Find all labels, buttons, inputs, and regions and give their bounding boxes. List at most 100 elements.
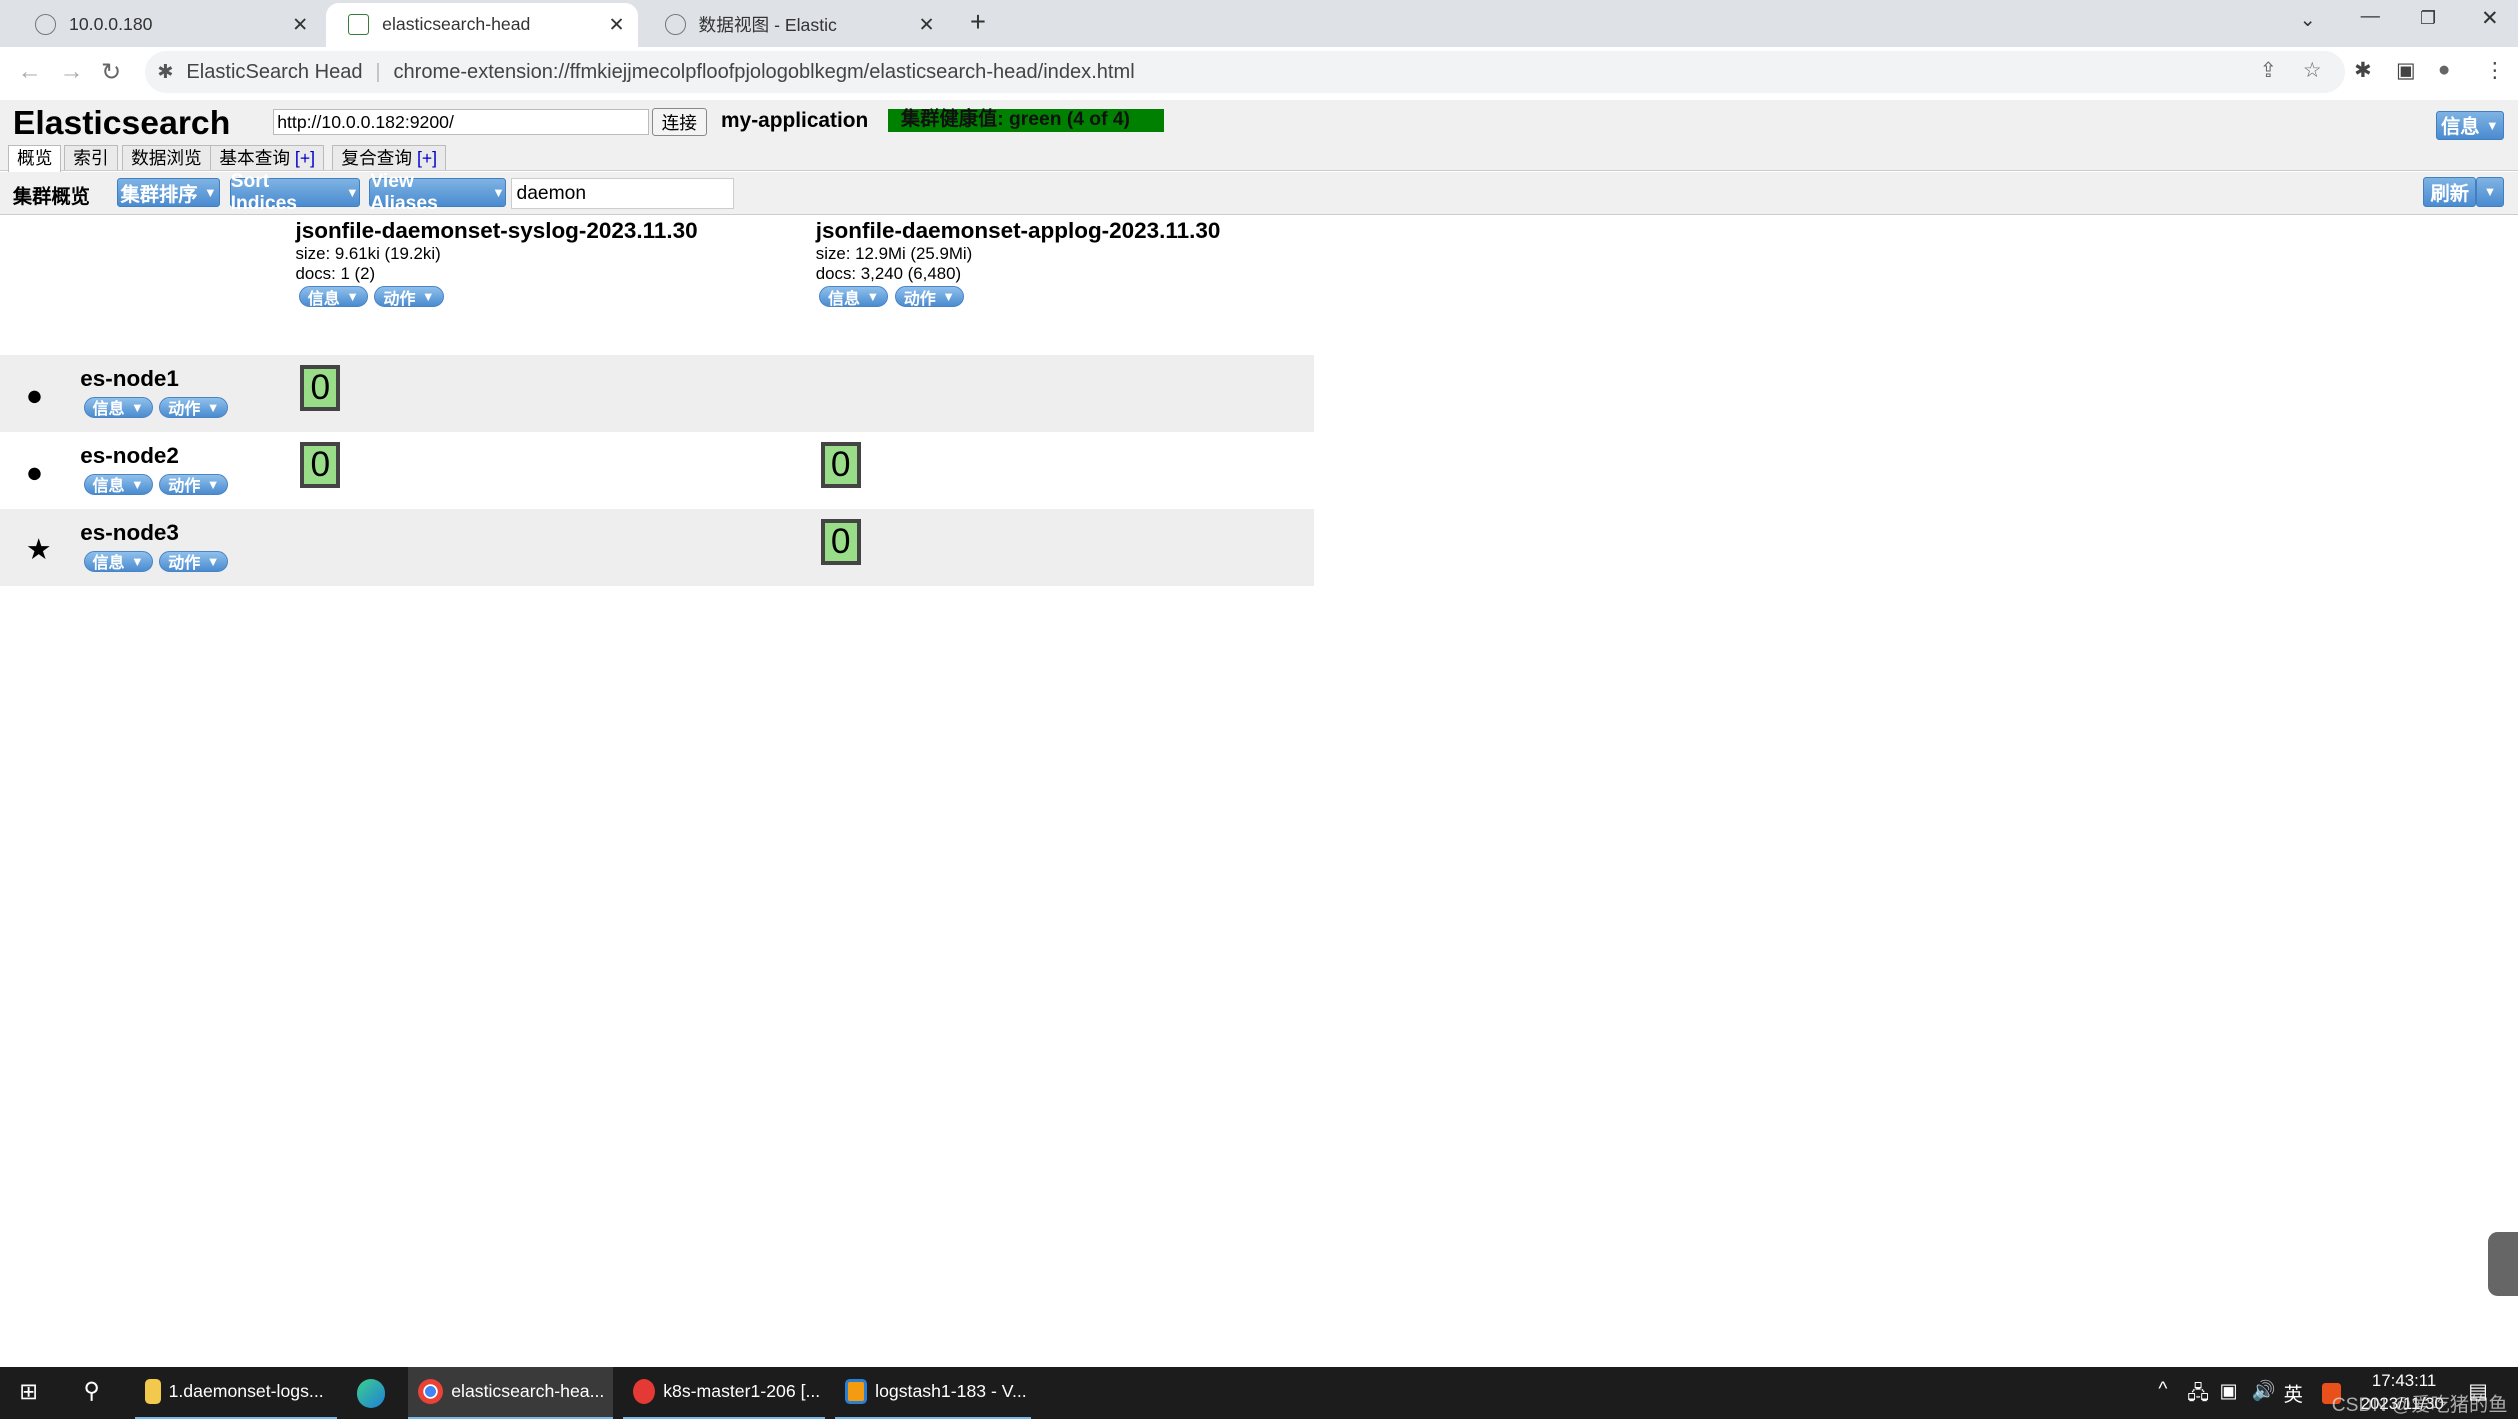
close-icon[interactable]: ✕ [609, 13, 625, 37]
bookmark-star-icon[interactable]: ☆ [2303, 58, 2322, 83]
tab-basic-query[interactable]: 基本查询 [+] [210, 144, 325, 171]
index-docs: docs: 1 (2) [295, 263, 376, 283]
forward-icon[interactable]: → [59, 58, 83, 86]
caret-down-icon: ▼ [492, 185, 505, 201]
node-row: ★ es-node3 信息 ▼ 动作 ▼ 0 [0, 509, 1314, 587]
menu-icon[interactable]: ⋮ [2484, 58, 2505, 83]
index-info-button[interactable]: 信息 ▼ [298, 286, 368, 308]
index-action-button[interactable]: 动作 ▼ [374, 286, 444, 308]
tab-overview[interactable]: 概览 [8, 144, 62, 172]
caret-down-icon: ▼ [206, 399, 220, 415]
chevron-up-icon[interactable]: ^ [2158, 1379, 2167, 1401]
share-icon[interactable]: ⇪ [2260, 58, 2277, 83]
caret-down-icon: ▼ [131, 476, 144, 492]
circle-icon: ● [25, 380, 44, 413]
add-query-tab-button[interactable]: [+] [417, 148, 437, 168]
browser-tab[interactable]: 10.0.0.180 ✕ [13, 3, 321, 46]
shard[interactable]: 0 [820, 518, 861, 566]
index-header: jsonfile-daemonset-syslog-2023.11.30 siz… [295, 218, 697, 309]
add-query-tab-button[interactable]: [+] [295, 148, 315, 168]
tab-browser[interactable]: 数据浏览 [122, 144, 211, 171]
node-info-button[interactable]: 信息 ▼ [83, 396, 153, 418]
separator: | [375, 60, 381, 83]
refresh-interval-dropdown[interactable]: ▼ [2476, 176, 2504, 208]
shard[interactable]: 0 [300, 441, 341, 489]
tab-complex-query[interactable]: 复合查询 [+] [332, 144, 447, 171]
node-info-button[interactable]: 信息 ▼ [83, 473, 153, 495]
caret-down-icon: ▼ [942, 289, 955, 305]
caret-down-icon: ▼ [346, 289, 359, 305]
network-icon[interactable]: 🖧 [2187, 1379, 2208, 1412]
extensions-icon[interactable]: ✱ [2354, 58, 2371, 83]
side-widget-handle[interactable] [2487, 1231, 2518, 1296]
index-header: jsonfile-daemonset-applog-2023.11.30 siz… [816, 218, 1221, 309]
info-menu-button[interactable]: 信息 ▼ [2436, 110, 2504, 140]
url-text: chrome-extension://ffmkiejjmecolpfloofpj… [393, 60, 1135, 83]
display-icon[interactable]: ▣ [2219, 1379, 2237, 1403]
refresh-button[interactable]: 刷新 [2423, 176, 2477, 208]
node-action-button[interactable]: 动作 ▼ [159, 473, 229, 495]
taskbar-item-active[interactable]: elasticsearch-hea... [407, 1366, 614, 1419]
tab-search-icon[interactable]: ⌄ [2300, 8, 2316, 32]
ime-indicator[interactable]: 英 [2284, 1379, 2303, 1407]
circle-icon: ● [25, 457, 44, 490]
new-tab-button[interactable]: + [970, 6, 986, 38]
restore-icon[interactable]: ❐ [2420, 8, 2436, 29]
back-icon[interactable]: ← [18, 58, 42, 86]
caret-down-icon: ▼ [2485, 117, 2499, 133]
minimize-icon[interactable]: — [2361, 6, 2380, 28]
profile-icon[interactable]: ● [2438, 58, 2451, 82]
app-title: Elasticsearch [12, 104, 231, 143]
caret-down-icon: ▼ [131, 399, 144, 415]
node-action-button[interactable]: 动作 ▼ [159, 396, 229, 418]
browser-tab-active[interactable]: elasticsearch-head ✕ [325, 3, 638, 47]
shard[interactable]: 0 [820, 441, 861, 489]
overview-toolbar: 集群概览 集群排序▼ Sort Indices▼ View Aliases▼ 刷… [0, 171, 2518, 215]
caret-down-icon: ▼ [346, 185, 359, 201]
folder-icon [144, 1378, 161, 1405]
cluster-name: my-application [721, 109, 869, 133]
taskbar-item[interactable]: logstash1-183 - V... [835, 1367, 1031, 1419]
close-icon[interactable]: ✕ [292, 13, 308, 37]
cluster-sort-button[interactable]: 集群排序 ▼ [117, 178, 220, 208]
notification-icon[interactable]: ▤ [2468, 1379, 2488, 1404]
node-info-button[interactable]: 信息 ▼ [83, 550, 153, 572]
node-name: es-node1 [80, 366, 179, 392]
server-url-input[interactable] [273, 109, 649, 135]
sort-indices-button[interactable]: Sort Indices ▼ [229, 171, 360, 214]
shard[interactable]: 0 [300, 364, 341, 412]
search-icon[interactable]: ⚲ [84, 1378, 100, 1404]
index-docs: docs: 3,240 (6,480) [815, 263, 962, 283]
index-info-button[interactable]: 信息 ▼ [819, 286, 889, 308]
omnibox[interactable]: ✱ ElasticSearch Head | chrome-extension:… [144, 51, 2345, 94]
tab-indices[interactable]: 索引 [64, 144, 118, 171]
connect-button[interactable]: 连接 [651, 107, 707, 137]
elasticsearch-head-icon [348, 14, 370, 36]
caret-down-icon: ▼ [131, 553, 144, 569]
caret-down-icon: ▼ [2483, 184, 2497, 200]
app-header: Elasticsearch 连接 my-application 集群健康值: g… [0, 99, 2518, 172]
node-name: es-node3 [80, 520, 179, 546]
screen: 10.0.0.180 ✕ elasticsearch-head ✕ 数据视图 -… [0, 0, 2518, 1419]
edge-icon[interactable] [356, 1379, 386, 1409]
volume-icon[interactable]: 🔊 [2251, 1379, 2275, 1403]
caret-down-icon: ▼ [204, 185, 217, 201]
browser-tab[interactable]: 数据视图 - Elastic ✕ [642, 3, 947, 46]
browser-tab-strip: 10.0.0.180 ✕ elasticsearch-head ✕ 数据视图 -… [0, 0, 2518, 47]
caret-down-icon: ▼ [866, 289, 880, 305]
reload-icon[interactable]: ↻ [101, 58, 121, 87]
index-action-button[interactable]: 动作 ▼ [894, 286, 964, 308]
view-aliases-button[interactable]: View Aliases ▼ [369, 171, 506, 214]
close-window-icon[interactable]: ✕ [2481, 6, 2498, 31]
terminal-app-icon [632, 1378, 656, 1405]
close-icon[interactable]: ✕ [918, 13, 934, 37]
node-action-button[interactable]: 动作 ▼ [159, 550, 229, 572]
index-filter-input[interactable] [510, 178, 734, 209]
node-row: ● es-node1 信息 ▼ 动作 ▼ 0 [0, 354, 1314, 432]
taskbar-item[interactable]: 1.daemonset-logs... [134, 1367, 338, 1419]
taskbar-item[interactable]: k8s-master1-206 [... [623, 1367, 826, 1419]
windows-start-icon[interactable]: ⊞ [19, 1379, 38, 1405]
side-panel-icon[interactable]: ▣ [2396, 58, 2416, 83]
node-row: ● es-node2 信息 ▼ 动作 ▼ 0 0 [0, 432, 1314, 509]
address-bar-row: ← → ↻ ✱ ElasticSearch Head | chrome-exte… [0, 46, 2518, 101]
